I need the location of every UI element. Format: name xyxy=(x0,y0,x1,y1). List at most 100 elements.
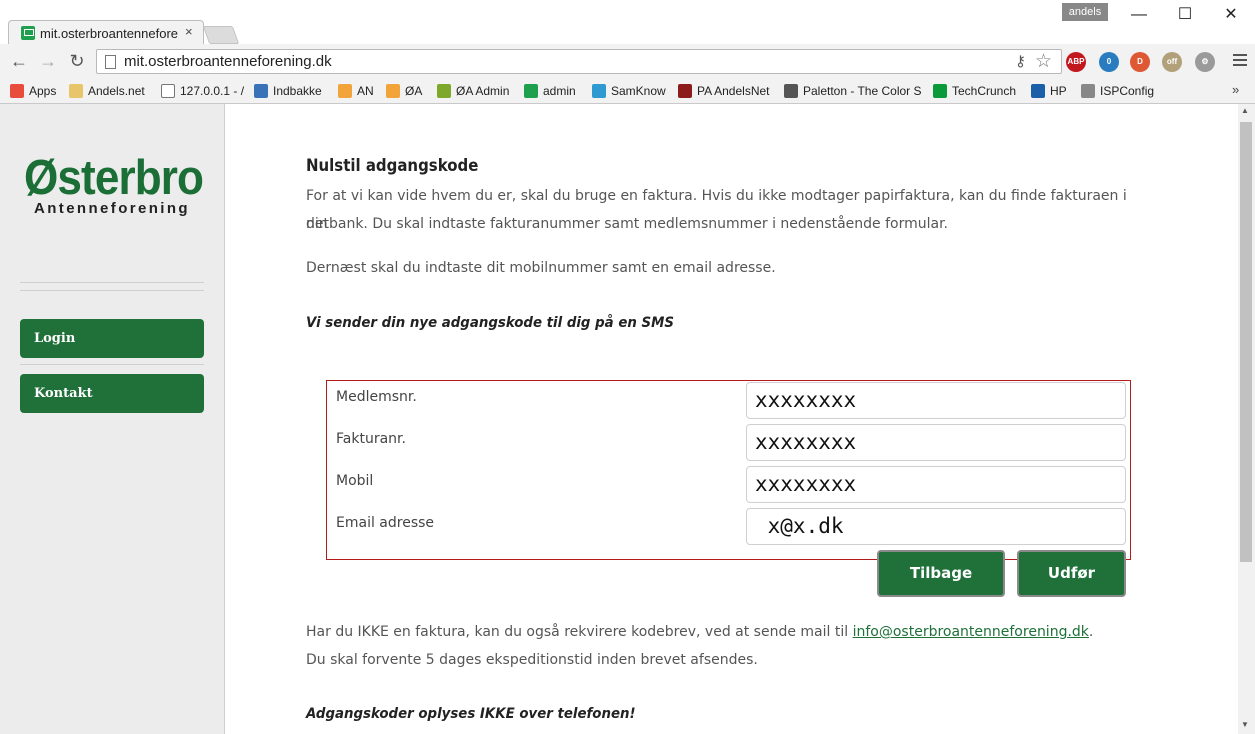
bookmark-item[interactable]: 127.0.0.1 - / xyxy=(161,82,244,100)
adblock-plus-icon[interactable]: ABP xyxy=(1066,52,1086,72)
chrome-menu-icon[interactable] xyxy=(1233,54,1247,66)
bookmark-label: admin xyxy=(543,84,576,98)
pa-icon xyxy=(678,84,692,98)
gear-extension-icon[interactable]: ⚙ xyxy=(1195,52,1215,72)
mail-icon xyxy=(254,84,268,98)
reload-button[interactable]: ↻ xyxy=(66,50,88,72)
bookmark-label: Indbakke xyxy=(273,84,322,98)
page-icon xyxy=(161,84,175,98)
bookmark-item[interactable]: AN xyxy=(338,82,374,100)
off-switch-icon[interactable]: off xyxy=(1162,52,1182,72)
bookmark-label: PA AndelsNet xyxy=(697,84,770,98)
bookmark-item[interactable]: ØA xyxy=(386,82,422,100)
minimize-button[interactable]: — xyxy=(1116,4,1162,26)
bookmark-item[interactable]: SamKnow xyxy=(592,82,666,100)
bookmark-item[interactable]: ØA Admin xyxy=(437,82,509,100)
scroll-thumb[interactable] xyxy=(1240,122,1252,562)
folder-icon xyxy=(69,84,83,98)
ispconfig-icon xyxy=(1081,84,1095,98)
tab-close-icon[interactable]: × xyxy=(185,24,193,39)
mobile-label: Mobil xyxy=(336,473,374,489)
submit-button[interactable]: Udfør xyxy=(1017,550,1126,597)
contact-button[interactable]: Kontakt xyxy=(20,374,204,413)
phone-note: Adgangskoder oplyses IKKE over telefonen… xyxy=(306,706,636,722)
bookmarks-bar: Apps Andels.net 127.0.0.1 - / Indbakke AN ØA Ø… xyxy=(0,78,1255,104)
browser-toolbar: ← → ↻ mit.osterbroantenneforening.dk ⚷ ☆… xyxy=(0,44,1255,78)
footer-line-1: Har du IKKE en faktura, kan du også rekv… xyxy=(306,618,1093,646)
ring-icon xyxy=(437,84,451,98)
sidebar-divider xyxy=(20,364,204,365)
bookmark-item[interactable]: Apps xyxy=(10,82,56,100)
page-icon xyxy=(105,55,116,69)
key-icon[interactable]: ⚷ xyxy=(1015,52,1026,70)
bookmark-item[interactable]: HP xyxy=(1031,82,1067,100)
email-link[interactable]: info@osterbroantenneforening.dk xyxy=(853,624,1089,640)
samknow-icon xyxy=(592,84,606,98)
footer-text: Har du IKKE en faktura, kan du også rekv… xyxy=(306,624,853,640)
new-tab-button[interactable] xyxy=(202,26,240,44)
hp-icon xyxy=(1031,84,1045,98)
bookmark-label: TechCrunch xyxy=(952,84,1017,98)
ghostery-icon[interactable]: 0 xyxy=(1099,52,1119,72)
email-input[interactable]: x@x.dk xyxy=(746,508,1126,545)
bookmark-label: ØA Admin xyxy=(456,84,510,98)
palette-icon xyxy=(784,84,798,98)
bookmark-star-icon[interactable]: ☆ xyxy=(1035,50,1052,73)
mobile-input[interactable]: xxxxxxxx xyxy=(746,466,1126,503)
maximize-button[interactable]: ☐ xyxy=(1162,4,1208,26)
admin-icon xyxy=(524,84,538,98)
invoice-number-label: Fakturanr. xyxy=(336,431,406,447)
page: Østerbro Antenneforening Login Kontakt N… xyxy=(0,104,1255,734)
scroll-up-icon[interactable]: ▲ xyxy=(1241,106,1249,115)
bookmark-item[interactable]: Paletton - The Color S xyxy=(784,82,922,100)
sms-note: Vi sender din nye adgangskode til dig på… xyxy=(306,315,675,331)
member-number-label: Medlemsnr. xyxy=(336,389,417,405)
pma-icon xyxy=(386,84,400,98)
sidebar-divider xyxy=(20,282,204,283)
bookmark-label: AN xyxy=(357,84,374,98)
pma-icon xyxy=(338,84,352,98)
bookmark-item[interactable]: ISPConfig xyxy=(1081,82,1154,100)
scroll-down-icon[interactable]: ▼ xyxy=(1241,720,1249,729)
profile-badge[interactable]: andels xyxy=(1062,3,1108,21)
url-text[interactable]: mit.osterbroantenneforening.dk xyxy=(124,53,332,70)
bookmark-label: Apps xyxy=(29,84,57,98)
bookmark-label: 127.0.0.1 - / xyxy=(180,84,245,98)
bookmark-item[interactable]: admin xyxy=(524,82,576,100)
logo-wordmark[interactable]: Østerbro xyxy=(24,152,204,204)
browser-tab[interactable]: mit.osterbroantenneforeni × xyxy=(8,20,204,44)
back-button[interactable]: ← xyxy=(8,50,30,72)
address-bar[interactable]: mit.osterbroantenneforening.dk ⚷ ☆ xyxy=(96,49,1062,74)
duckduckgo-icon[interactable]: D xyxy=(1130,52,1150,72)
bookmarks-overflow-icon[interactable]: » xyxy=(1232,82,1239,97)
bookmark-label: HP xyxy=(1050,84,1067,98)
intro-line-2: netbank. Du skal indtaste fakturanummer … xyxy=(306,216,948,232)
back-form-button[interactable]: Tilbage xyxy=(877,550,1005,597)
email-label: Email adresse xyxy=(336,515,435,531)
site-favicon-icon xyxy=(21,26,35,40)
intro-paragraph-2: Dernæst skal du indtaste dit mobilnummer… xyxy=(306,260,776,276)
login-button[interactable]: Login xyxy=(20,319,204,358)
page-title: Nulstil adgangskode xyxy=(306,156,479,176)
bookmark-item[interactable]: PA AndelsNet xyxy=(678,82,770,100)
bookmark-label: ØA xyxy=(405,84,423,98)
sidebar: Østerbro Antenneforening Login Kontakt xyxy=(0,104,225,734)
tab-title: mit.osterbroantenneforeni xyxy=(40,26,178,41)
reset-form: Medlemsnr. xxxxxxxx Fakturanr. xxxxxxxx … xyxy=(326,380,1131,560)
close-window-button[interactable]: ✕ xyxy=(1208,4,1254,26)
apps-grid-icon xyxy=(10,84,24,98)
sidebar-divider xyxy=(20,290,204,291)
member-number-input[interactable]: xxxxxxxx xyxy=(746,382,1126,419)
invoice-number-input[interactable]: xxxxxxxx xyxy=(746,424,1126,461)
logo-subtitle: Antenneforening xyxy=(34,200,190,217)
bookmark-label: ISPConfig xyxy=(1100,84,1155,98)
bookmark-item[interactable]: Indbakke xyxy=(254,82,322,100)
title-bar: mit.osterbroantenneforeni × andels — ☐ ✕ xyxy=(0,0,1255,44)
bookmark-label: SamKnow xyxy=(611,84,666,98)
footer-line-2: Du skal forvente 5 dages ekspeditionstid… xyxy=(306,652,758,668)
browser-chrome: mit.osterbroantenneforeni × andels — ☐ ✕… xyxy=(0,0,1255,104)
scrollbar[interactable]: ▲ ▼ xyxy=(1238,104,1255,734)
bookmark-item[interactable]: TechCrunch xyxy=(933,82,1016,100)
forward-button[interactable]: → xyxy=(37,50,59,72)
bookmark-item[interactable]: Andels.net xyxy=(69,82,145,100)
